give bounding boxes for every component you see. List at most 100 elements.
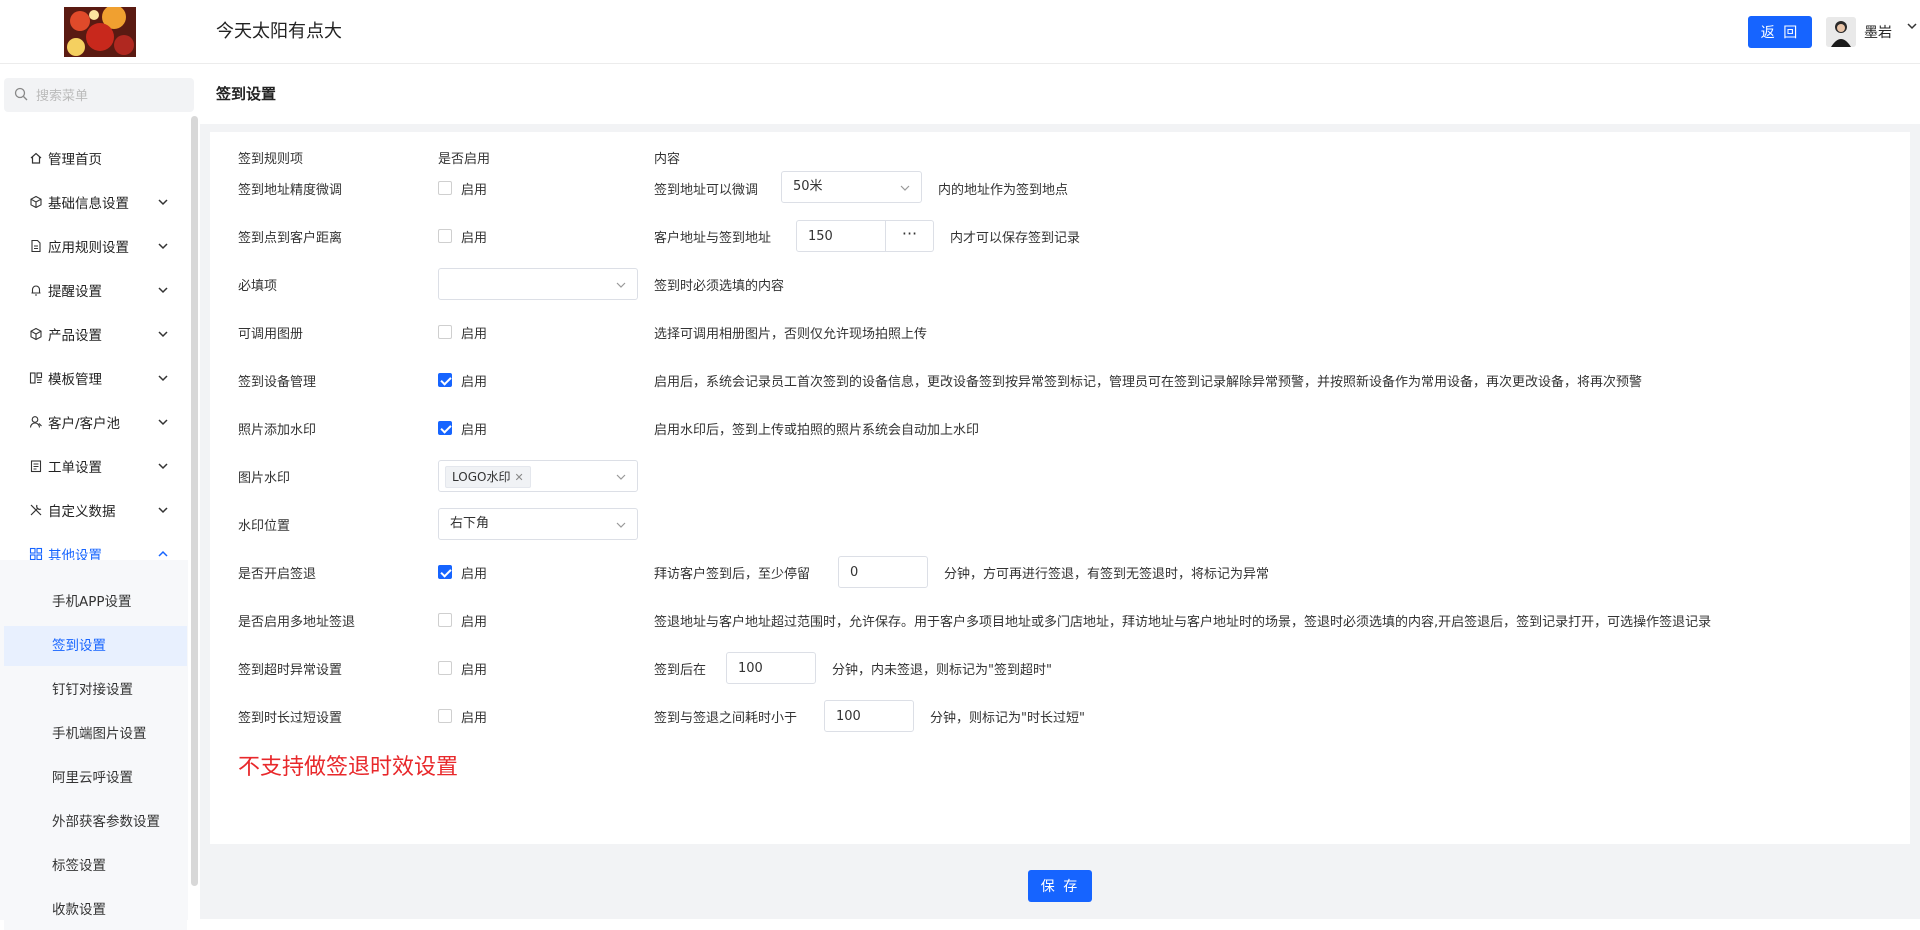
sidebar-subitem-mobile-images[interactable]: 手机端图片设置	[4, 714, 187, 754]
save-button[interactable]: 保 存	[1028, 870, 1092, 902]
sidebar-item-label: 自定义数据	[48, 504, 116, 520]
checkout-minutes-input[interactable]	[838, 556, 928, 588]
avatar[interactable]	[1826, 17, 1856, 47]
rule-label-precision: 签到地址精度微调	[238, 183, 343, 198]
column-header-rule: 签到规则项	[238, 152, 304, 167]
sidebar-scrollbar[interactable]	[191, 116, 198, 886]
sidebar: 管理首页 基础信息设置 应用规则设置 提醒设置 产品设置 模板管理 客户/客户池…	[0, 64, 200, 930]
more-dots-button[interactable]: ···	[886, 220, 934, 252]
chevron-down-icon	[615, 279, 627, 295]
chevron-down-icon	[615, 519, 627, 535]
sidebar-item-customers[interactable]: 客户/客户池	[4, 402, 188, 442]
sidebar-subitem-tags[interactable]: 标签设置	[4, 846, 187, 886]
chevron-down-icon	[157, 196, 169, 212]
chevron-down-icon	[157, 460, 169, 476]
sidebar-item-reminders[interactable]: 提醒设置	[4, 270, 188, 310]
sidebar-item-label: 模板管理	[48, 372, 102, 388]
checkout-text-2: 分钟，方可再进行签退，有签到无签退时，将标记为异常	[944, 567, 1270, 582]
menu-search[interactable]	[4, 78, 194, 114]
search-icon	[14, 87, 28, 105]
precision-text-2: 内的地址作为签到地点	[938, 183, 1069, 198]
enable-checkbox-album[interactable]	[438, 325, 452, 339]
chevron-down-icon	[157, 416, 169, 432]
sidebar-subitem-checkin[interactable]: 签到设置	[4, 626, 187, 666]
chevron-down-icon[interactable]	[1906, 20, 1918, 36]
rule-label-watermark-position: 水印位置	[238, 519, 291, 534]
chevron-down-icon	[157, 240, 169, 256]
sidebar-item-home[interactable]: 管理首页	[4, 138, 188, 178]
rule-label-watermark: 照片添加水印	[238, 423, 317, 438]
tools-icon	[28, 503, 43, 518]
required-fields-select[interactable]	[438, 268, 638, 300]
rule-label-distance: 签到点到客户距离	[238, 231, 343, 246]
chevron-down-icon	[615, 471, 627, 487]
enable-checkbox-checkout[interactable]	[438, 565, 452, 579]
timeout-minutes-input[interactable]	[726, 652, 816, 684]
rule-label-image-watermark: 图片水印	[238, 471, 291, 486]
user-icon	[28, 415, 43, 430]
rule-label-timeout: 签到超时异常设置	[238, 663, 343, 678]
user-name[interactable]: 墨岩	[1864, 22, 1892, 42]
watermark-position-select[interactable]: 右下角	[438, 508, 638, 540]
rule-label-required: 必填项	[238, 279, 278, 294]
close-icon[interactable]: ✕	[514, 471, 523, 484]
sidebar-item-label: 工单设置	[48, 460, 102, 476]
enable-label: 启用	[461, 663, 488, 678]
sidebar-item-basic-info[interactable]: 基础信息设置	[4, 182, 188, 222]
enable-label: 启用	[461, 375, 488, 390]
watermark-text: 启用水印后，签到上传或拍照的照片系统会自动加上水印	[654, 423, 980, 438]
distance-text-1: 客户地址与签到地址	[654, 231, 772, 246]
unsupported-note: 不支持做签退时效设置	[238, 755, 459, 780]
distance-input[interactable]	[796, 220, 886, 252]
enable-checkbox-short-duration[interactable]	[438, 709, 452, 723]
enable-label: 启用	[461, 423, 488, 438]
distance-text-2: 内才可以保存签到记录	[950, 231, 1081, 246]
watermark-tag: LOGO水印 ✕	[445, 466, 531, 488]
enable-checkbox-timeout[interactable]	[438, 661, 452, 675]
timeout-text-2: 分钟，内未签退，则标记为"签到超时"	[832, 663, 1052, 678]
sidebar-item-work-orders[interactable]: 工单设置	[4, 446, 188, 486]
required-text: 签到时必须选填的内容	[654, 279, 785, 294]
template-icon	[28, 371, 43, 386]
enable-checkbox-distance[interactable]	[438, 229, 452, 243]
page-title: 签到设置	[216, 85, 277, 103]
sidebar-item-label: 提醒设置	[48, 284, 102, 300]
sidebar-subitem-dingtalk[interactable]: 钉钉对接设置	[4, 670, 187, 710]
enable-label: 启用	[461, 231, 488, 246]
precision-select[interactable]: 50米	[781, 171, 922, 203]
home-icon	[28, 151, 43, 166]
sidebar-item-products[interactable]: 产品设置	[4, 314, 188, 354]
app-title: 今天太阳有点大	[216, 21, 342, 42]
bell-icon	[28, 283, 43, 298]
top-header: 今天太阳有点大 返 回 墨岩	[0, 0, 1920, 64]
enable-checkbox-precision[interactable]	[438, 181, 452, 195]
page-header: 签到设置	[200, 64, 1920, 124]
enable-checkbox-device[interactable]	[438, 373, 452, 387]
menu-search-input[interactable]	[34, 78, 188, 114]
image-watermark-select[interactable]: LOGO水印 ✕	[438, 460, 638, 492]
enable-label: 启用	[461, 567, 488, 582]
sidebar-subitem-external-leads[interactable]: 外部获客参数设置	[4, 802, 187, 842]
sidebar-subitem-aliyun-call[interactable]: 阿里云呼设置	[4, 758, 187, 798]
rule-label-checkout: 是否开启签退	[238, 567, 317, 582]
enable-label: 启用	[461, 711, 488, 726]
sidebar-item-label: 应用规则设置	[48, 240, 129, 256]
cube-icon	[28, 195, 43, 210]
timeout-text-1: 签到后在	[654, 663, 707, 678]
sidebar-item-label: 管理首页	[48, 152, 102, 168]
chevron-down-icon	[157, 284, 169, 300]
sidebar-subitem-payments[interactable]: 收款设置	[4, 890, 187, 930]
sidebar-item-app-rules[interactable]: 应用规则设置	[4, 226, 188, 266]
multi-address-text: 签退地址与客户地址超过范围时，允许保存。用于客户多项目地址或多门店地址，拜访地址…	[654, 615, 1712, 630]
enable-checkbox-watermark[interactable]	[438, 421, 452, 435]
enable-checkbox-multi-address[interactable]	[438, 613, 452, 627]
logo	[64, 7, 136, 57]
back-button[interactable]: 返 回	[1748, 16, 1812, 48]
cube-icon	[28, 327, 43, 342]
short-duration-input[interactable]	[824, 700, 914, 732]
checkout-text-1: 拜访客户签到后，至少停留	[654, 567, 811, 582]
sidebar-subitem-mobile-app[interactable]: 手机APP设置	[4, 582, 187, 622]
rule-label-short-duration: 签到时长过短设置	[238, 711, 343, 726]
sidebar-item-templates[interactable]: 模板管理	[4, 358, 188, 398]
sidebar-item-custom-data[interactable]: 自定义数据	[4, 490, 188, 530]
